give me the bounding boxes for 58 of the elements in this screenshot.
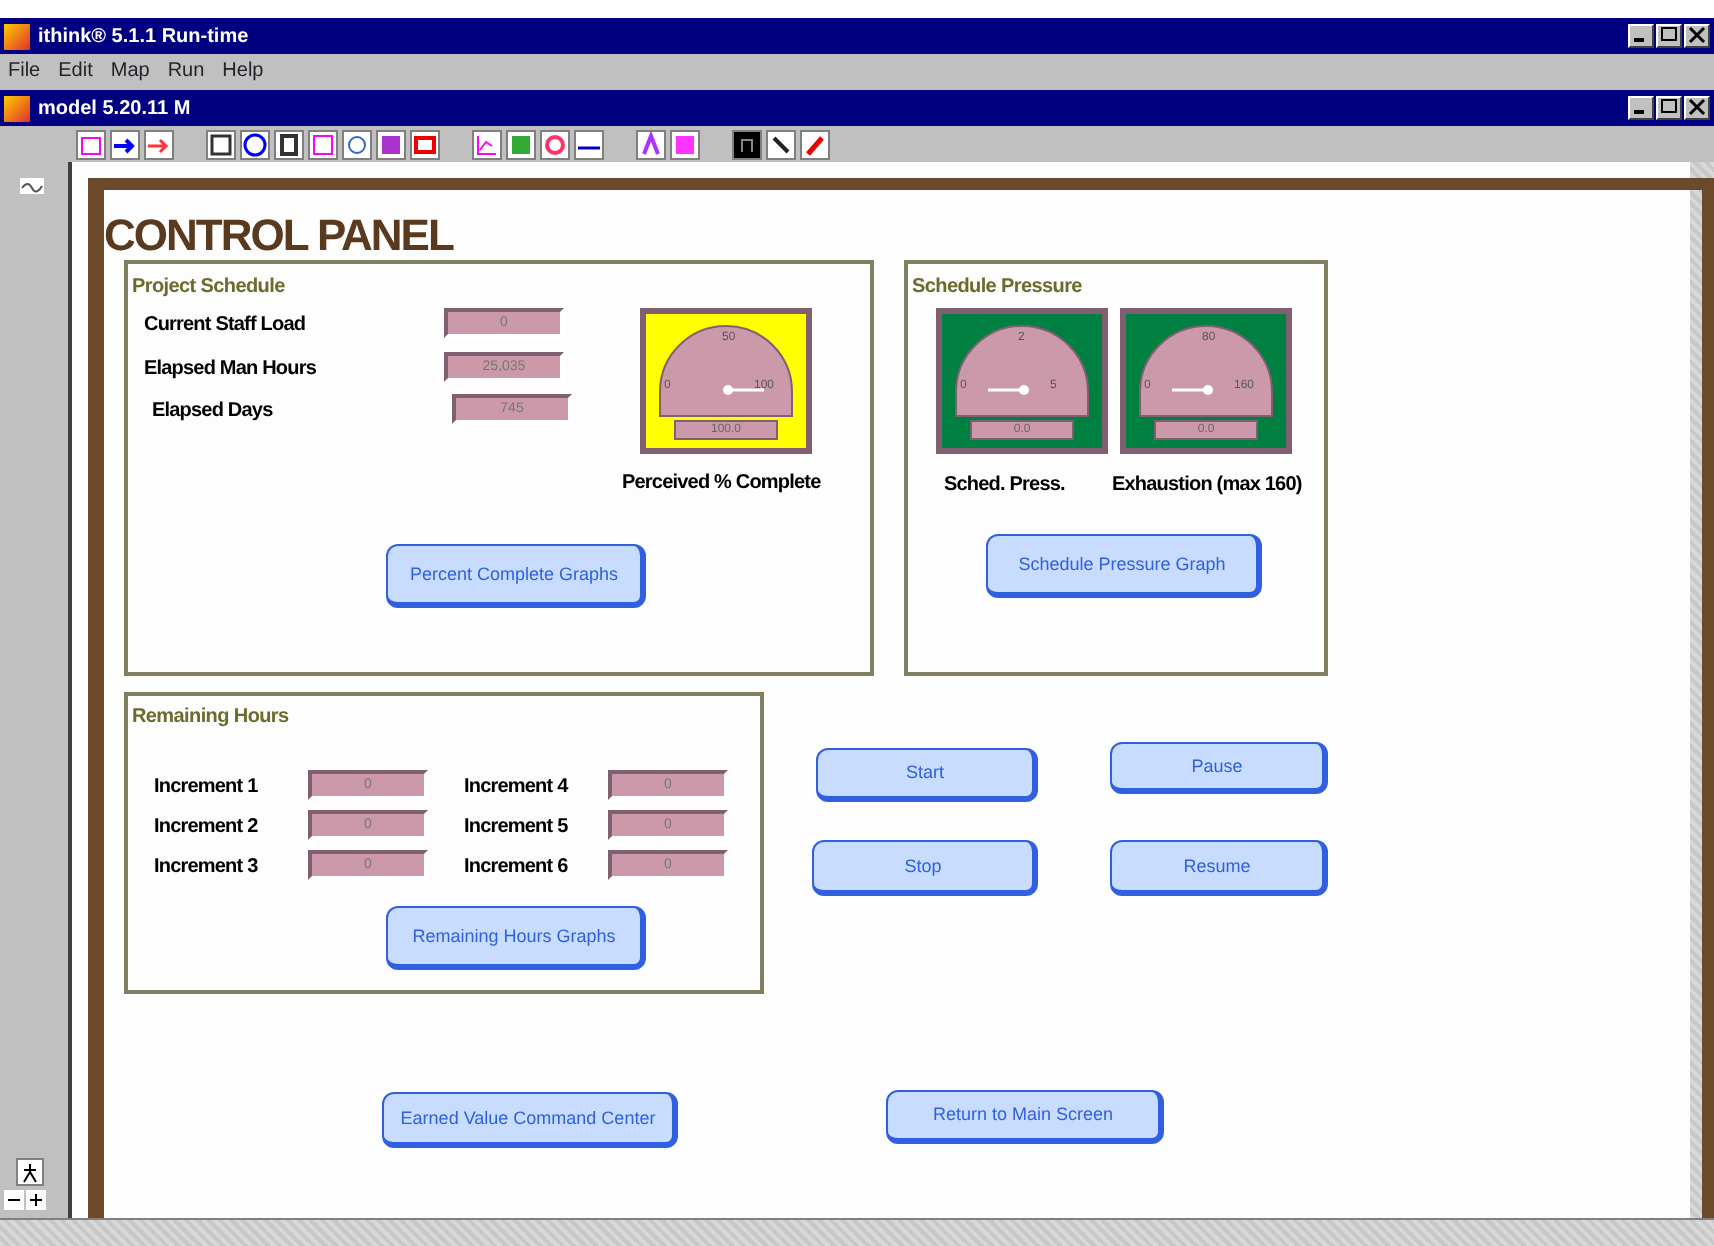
maximize-icon — [1660, 26, 1678, 45]
app-icon — [4, 95, 30, 121]
pointer-icon[interactable] — [766, 129, 796, 159]
group-title: Project Schedule — [132, 274, 285, 302]
panel-button[interactable]: Pause — [1110, 742, 1328, 794]
document-title: model 5.20.11 M — [38, 95, 191, 123]
gauge-needle — [1172, 385, 1213, 395]
menu-item[interactable]: Run — [167, 55, 205, 85]
menu-item[interactable]: Help — [222, 55, 264, 85]
field-label: Elapsed Days — [152, 398, 273, 426]
field-label: Increment 1 — [154, 774, 258, 802]
maximize-icon — [1660, 98, 1678, 117]
panel-button[interactable]: Stop — [812, 840, 1038, 896]
field-label: Increment 2 — [154, 814, 258, 842]
group-title: Remaining Hours — [132, 704, 289, 732]
zoom-in-icon[interactable] — [26, 1190, 46, 1210]
menu-item[interactable]: Edit — [58, 55, 93, 85]
app-icon — [4, 23, 30, 49]
gauge-label: Sched. Press. — [944, 472, 1065, 500]
close-icon — [1688, 98, 1706, 117]
field-label: Elapsed Man Hours — [144, 356, 316, 384]
panel-button[interactable]: Schedule Pressure Graph — [986, 534, 1262, 598]
wave-icon[interactable] — [20, 178, 44, 194]
square-icon[interactable] — [274, 129, 304, 159]
box-icon[interactable] — [76, 129, 106, 159]
gauge-label: Perceived % Complete — [622, 470, 821, 498]
minimize-button[interactable] — [1628, 24, 1654, 48]
panel-button[interactable]: Remaining Hours Graphs — [386, 906, 646, 970]
panel-heading: CONTROL PANEL — [104, 208, 453, 264]
close-button[interactable] — [1684, 96, 1710, 120]
panel-button[interactable]: Start — [816, 748, 1038, 802]
field-label: Increment 6 — [464, 854, 568, 882]
group-title: Schedule Pressure — [912, 274, 1082, 302]
circle-icon[interactable] — [240, 129, 270, 159]
gauge-needle — [988, 385, 1029, 395]
close-icon — [1688, 26, 1706, 45]
graph-icon[interactable] — [472, 129, 502, 159]
panel-button[interactable]: Resume — [1110, 840, 1328, 896]
field-label: Increment 3 — [154, 854, 258, 882]
window-title: ithink® 5.1.1 Run-time — [38, 23, 249, 51]
maximize-button[interactable] — [1656, 24, 1682, 48]
square-icon[interactable] — [206, 129, 236, 159]
menu-item[interactable]: File — [8, 55, 41, 85]
minimize-button[interactable] — [1628, 96, 1654, 120]
panel-button[interactable]: Earned Value Command Center — [382, 1092, 678, 1148]
field-label: Current Staff Load — [144, 312, 306, 340]
panel-button[interactable]: Percent Complete Graphs — [386, 544, 646, 608]
horizontal-scrollbar[interactable] — [0, 1218, 1714, 1246]
field-label: Increment 4 — [464, 774, 568, 802]
gauge-label: Exhaustion (max 160) — [1112, 472, 1302, 500]
panel-button[interactable]: Return to Main Screen — [886, 1090, 1164, 1144]
close-button[interactable] — [1684, 24, 1710, 48]
brush-icon[interactable] — [800, 129, 830, 159]
maximize-button[interactable] — [1656, 96, 1682, 120]
menu-item[interactable]: Map — [110, 55, 150, 85]
zoom-out-icon[interactable] — [4, 1190, 24, 1210]
gauge-needle — [723, 385, 764, 395]
field-label: Increment 5 — [464, 814, 568, 842]
